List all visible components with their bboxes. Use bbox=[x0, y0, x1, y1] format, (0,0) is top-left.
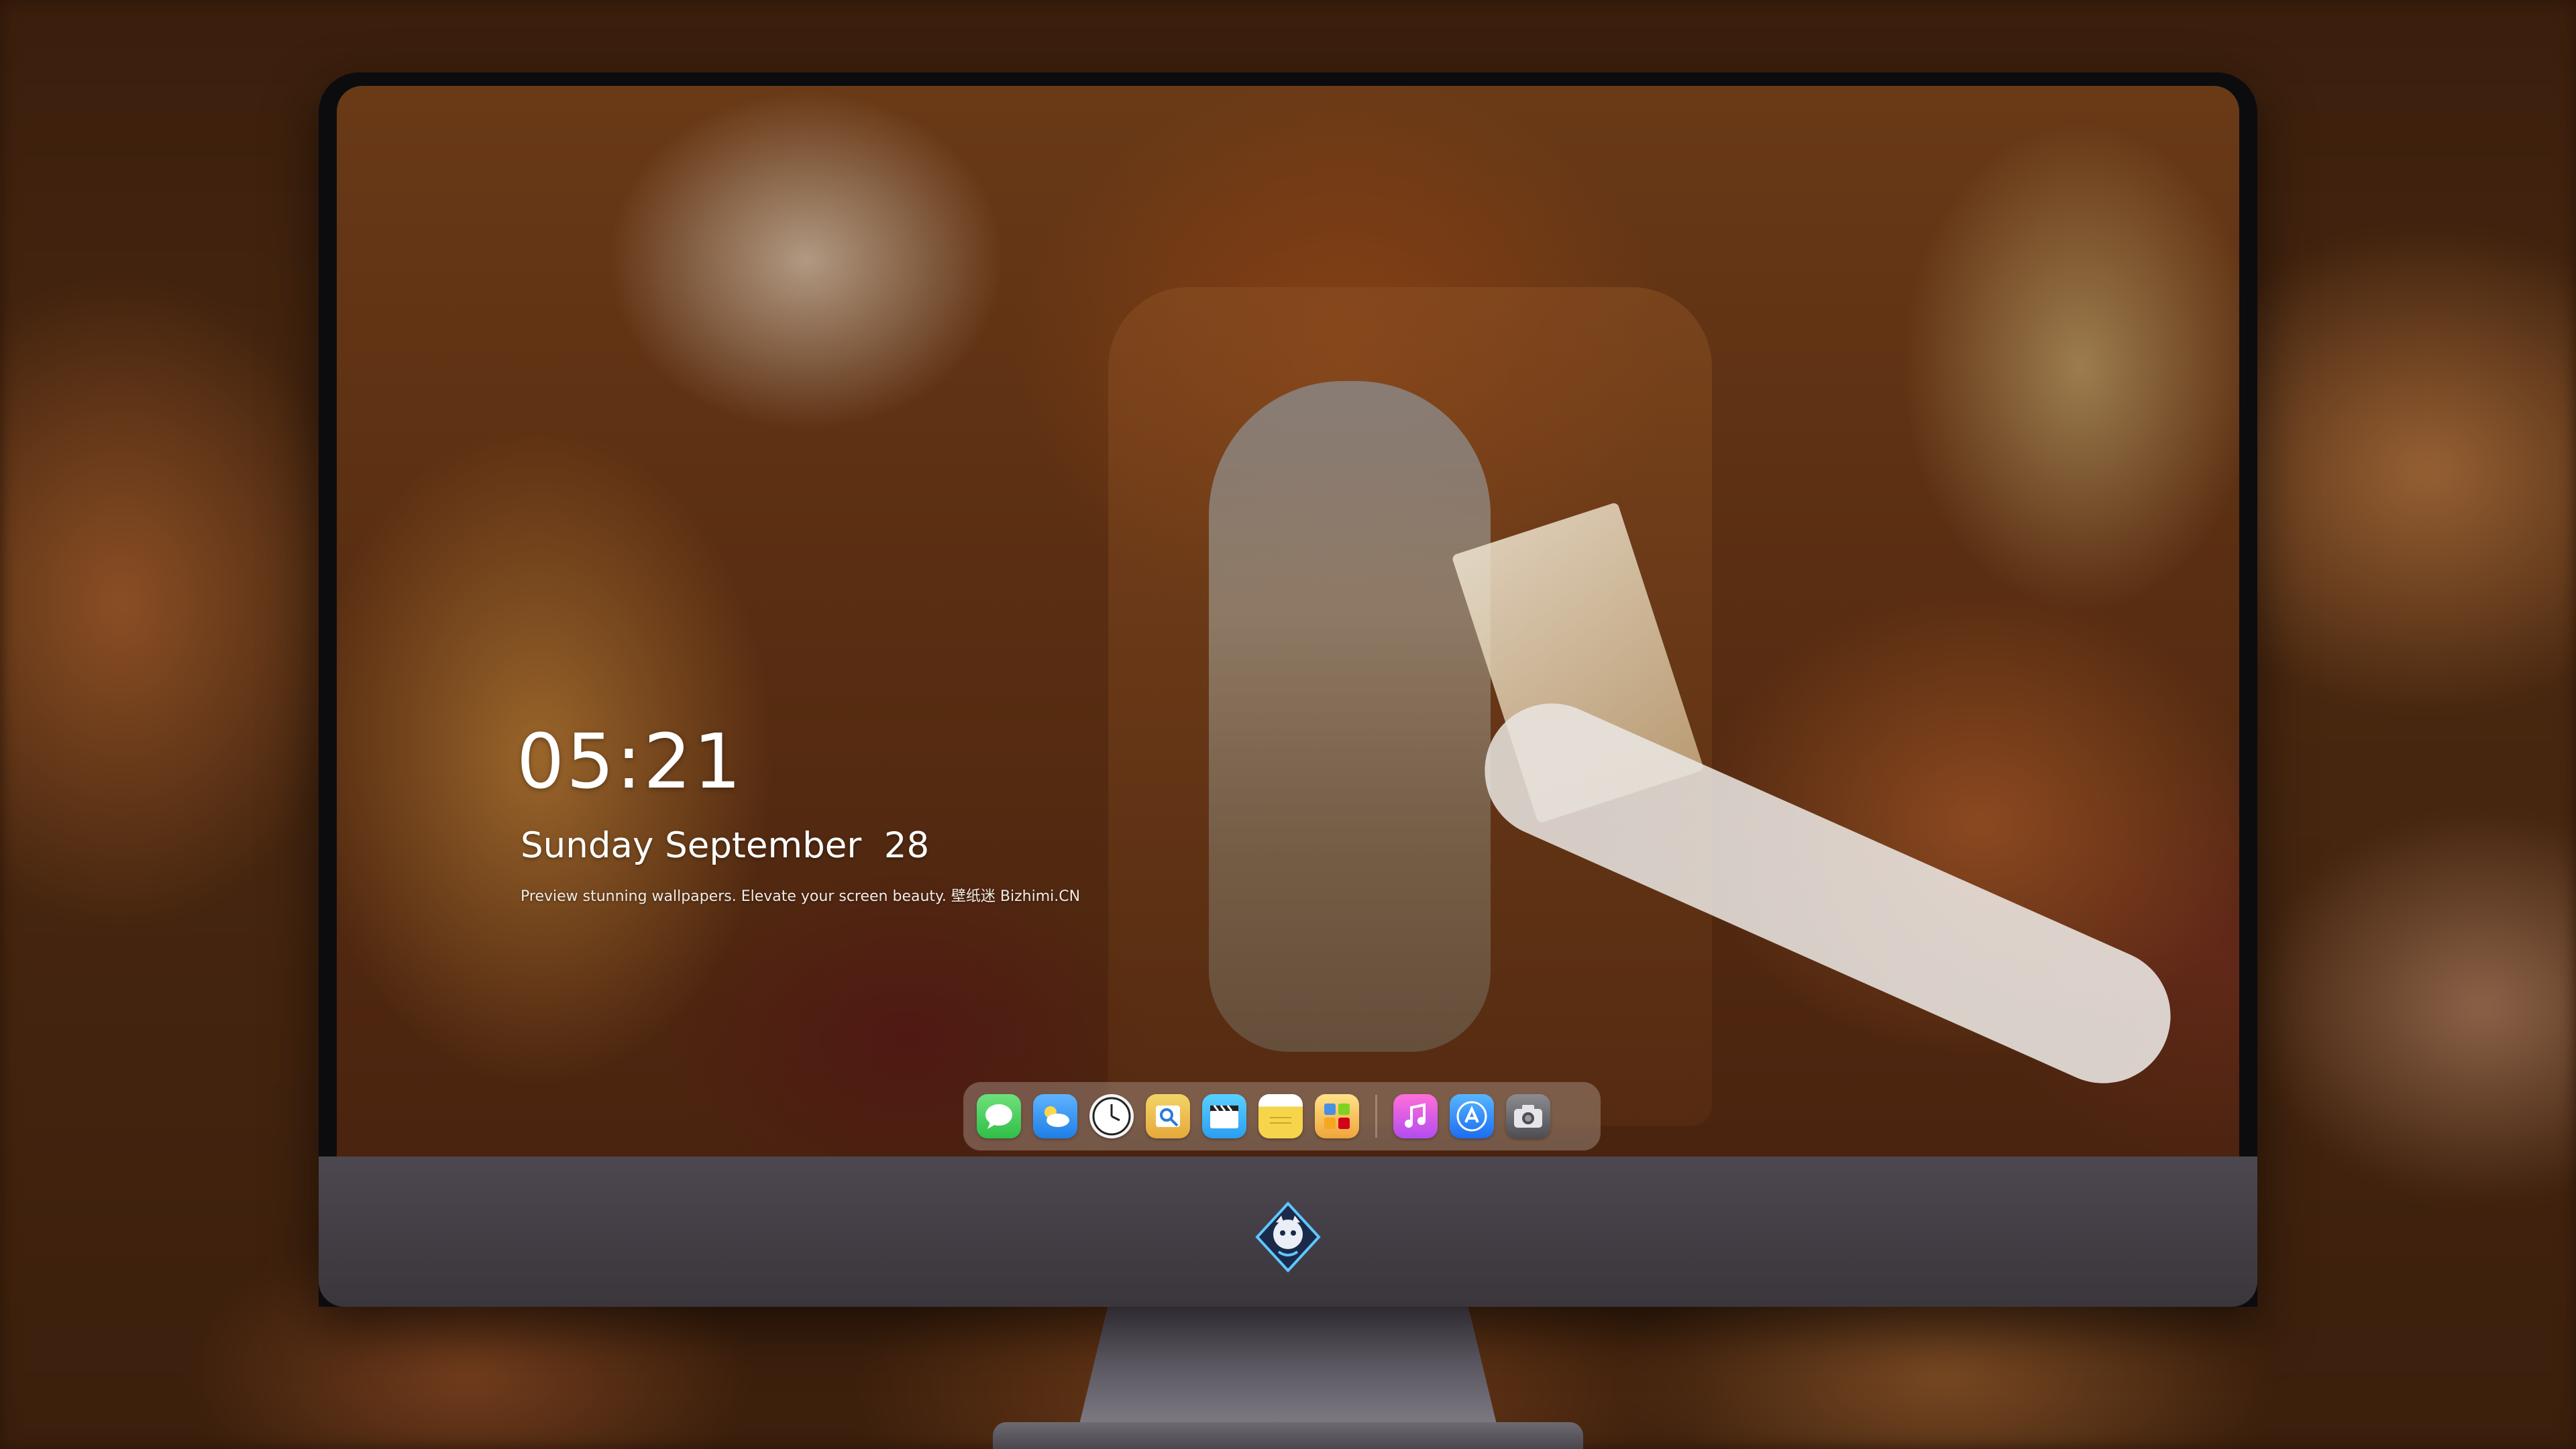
clips-icon[interactable] bbox=[1202, 1094, 1246, 1138]
preview-icon[interactable] bbox=[1146, 1094, 1190, 1138]
mascot-logo-icon bbox=[1252, 1201, 1324, 1273]
lockscreen-date: Sunday September 28 bbox=[521, 825, 930, 866]
monitor-stand-base bbox=[993, 1422, 1583, 1449]
app-store-icon[interactable] bbox=[1450, 1094, 1494, 1138]
weather-icon[interactable] bbox=[1033, 1094, 1077, 1138]
dock-separator bbox=[1375, 1095, 1377, 1138]
lockscreen-time: 05:21 bbox=[517, 718, 743, 806]
music-icon[interactable] bbox=[1393, 1094, 1438, 1138]
notes-icon[interactable] bbox=[1258, 1094, 1303, 1138]
desktop-screen bbox=[337, 86, 2239, 1157]
dashboard-icon[interactable] bbox=[1315, 1094, 1359, 1138]
dock bbox=[963, 1082, 1601, 1150]
wallpaper-tagline: Preview stunning wallpapers. Elevate you… bbox=[521, 888, 1081, 905]
messages-icon[interactable] bbox=[977, 1094, 1021, 1138]
camera-icon[interactable] bbox=[1506, 1094, 1550, 1138]
clock-icon[interactable] bbox=[1089, 1094, 1134, 1138]
wallpaper-figure bbox=[1209, 381, 1491, 1052]
